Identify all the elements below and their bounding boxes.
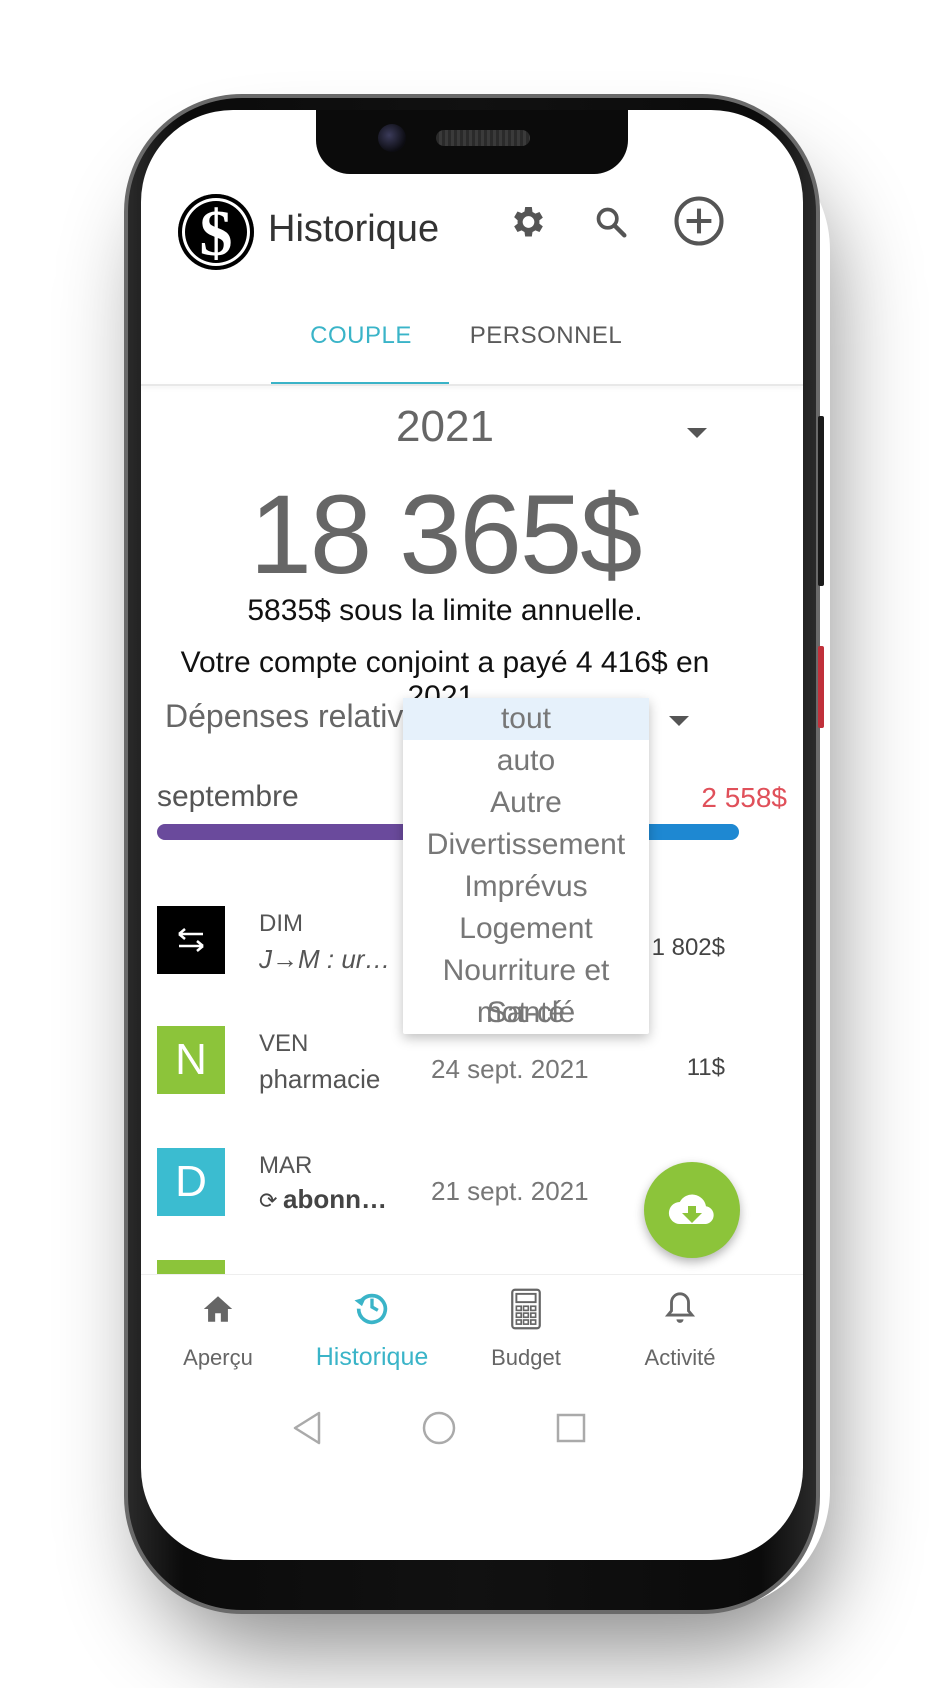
transaction-day: DIM bbox=[259, 910, 303, 937]
month-amount: 2 558$ bbox=[701, 782, 787, 813]
nav-item-budget[interactable]: Budget bbox=[451, 1275, 601, 1383]
add-button[interactable] bbox=[672, 194, 726, 253]
year-selector[interactable]: 2021 bbox=[141, 402, 749, 452]
transaction-description: abonne… bbox=[283, 1184, 399, 1214]
calculator-icon bbox=[511, 1288, 541, 1330]
nav-label: Activité bbox=[644, 1345, 716, 1370]
dropdown-option[interactable]: auto bbox=[403, 740, 649, 782]
transaction-description: pharmacie bbox=[259, 1064, 381, 1094]
category-dropdown-menu: tout auto Autre Divertissement Imprévus … bbox=[403, 698, 649, 1034]
transaction-day: VEN bbox=[259, 1030, 309, 1057]
search-button[interactable] bbox=[591, 202, 631, 247]
transfer-avatar bbox=[157, 906, 225, 974]
transaction-date: 24 sept. 2021 bbox=[431, 1054, 589, 1084]
recents-square-icon[interactable] bbox=[555, 1412, 587, 1444]
nav-item-historique[interactable]: Historique bbox=[297, 1275, 447, 1383]
dropdown-option[interactable]: Divertissement bbox=[403, 824, 649, 866]
category-avatar: D bbox=[157, 1148, 225, 1216]
volume-button bbox=[818, 416, 824, 586]
speaker-grille bbox=[436, 130, 530, 146]
download-fab[interactable] bbox=[644, 1162, 740, 1258]
page-title: Historique bbox=[268, 208, 440, 250]
search-icon bbox=[596, 207, 627, 238]
cloud-download-icon bbox=[668, 1194, 714, 1225]
dropdown-option[interactable]: Autre bbox=[403, 782, 649, 824]
nav-label: Aperçu bbox=[183, 1345, 253, 1370]
transaction-date: 21 sept. 2021 bbox=[431, 1176, 589, 1206]
category-dropdown-icon[interactable] bbox=[669, 716, 689, 726]
app-logo: $ bbox=[178, 194, 254, 270]
bell-icon bbox=[664, 1292, 696, 1323]
annual-total: 18 365$ bbox=[249, 472, 643, 597]
nav-item-apercu[interactable]: Aperçu bbox=[143, 1275, 293, 1383]
year-dropdown-icon[interactable] bbox=[687, 428, 707, 438]
bottom-navigation: Aperçu Historique Budget Activité bbox=[141, 1274, 803, 1383]
home-icon bbox=[203, 1296, 233, 1322]
dropdown-option[interactable]: Logement bbox=[403, 908, 649, 950]
history-icon bbox=[354, 1293, 388, 1325]
month-progress-overflow bbox=[645, 824, 739, 840]
gear-icon bbox=[514, 207, 543, 237]
transaction-description: J→M : urge… bbox=[259, 944, 399, 974]
transaction-day: MAR bbox=[259, 1152, 313, 1179]
home-circle-icon[interactable] bbox=[421, 1410, 457, 1446]
notch bbox=[316, 110, 628, 174]
front-camera bbox=[378, 124, 406, 152]
settings-button[interactable] bbox=[507, 202, 547, 247]
tab-bar: COUPLE PERSONNEL bbox=[141, 288, 803, 386]
tabs-divider bbox=[141, 384, 803, 386]
transaction-amount: 11$ bbox=[686, 1054, 725, 1081]
next-row-avatar-peek bbox=[157, 1260, 225, 1274]
system-navigation-bar bbox=[141, 1382, 803, 1472]
transfer-arrows-icon bbox=[178, 928, 204, 952]
dropdown-option[interactable]: Imprévus bbox=[403, 866, 649, 908]
dropdown-option[interactable]: Nourriture et Santé bbox=[403, 950, 649, 1029]
phone-screen: $ Historique COUPLE PERSONNEL 2021 18 36… bbox=[141, 110, 803, 1560]
tab-couple[interactable]: COUPLE bbox=[271, 288, 451, 384]
category-avatar: N bbox=[157, 1026, 225, 1094]
month-label: septembre bbox=[157, 780, 299, 813]
back-icon[interactable] bbox=[291, 1410, 323, 1446]
add-circle-icon bbox=[674, 196, 724, 246]
dropdown-option-selected[interactable]: tout bbox=[403, 698, 649, 740]
limit-text: 5835$ sous la limite annuelle. bbox=[247, 594, 643, 627]
nav-label: Historique bbox=[315, 1343, 429, 1371]
nav-item-activite[interactable]: Activité bbox=[605, 1275, 755, 1383]
recurring-icon: ⟳ bbox=[259, 1188, 278, 1213]
nav-label: Budget bbox=[491, 1345, 561, 1370]
power-button bbox=[818, 646, 824, 728]
tab-personnel[interactable]: PERSONNEL bbox=[451, 288, 641, 384]
dropdown-option[interactable]: mot-clé bbox=[403, 992, 649, 1034]
transaction-amount: 1 802$ bbox=[651, 934, 725, 961]
month-progress-fill bbox=[157, 824, 437, 840]
